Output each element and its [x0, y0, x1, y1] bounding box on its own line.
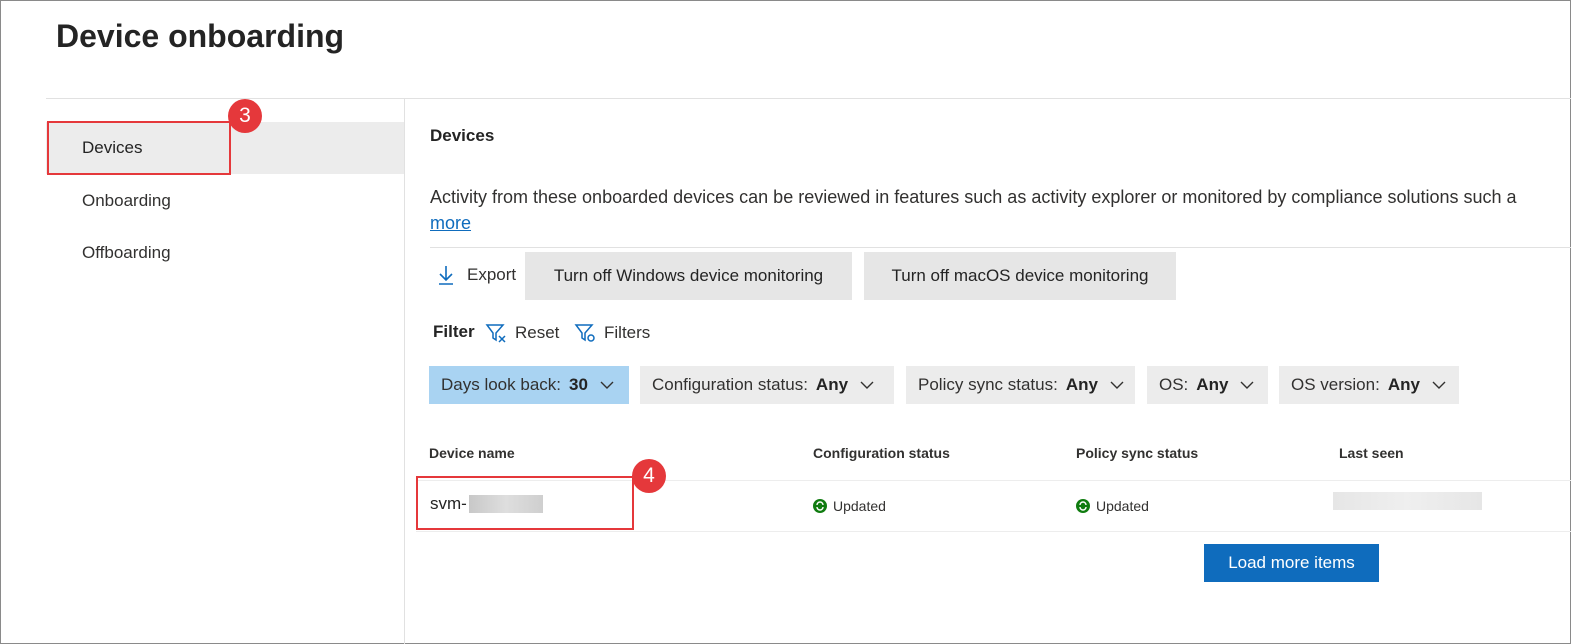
- policy-sync-status-text: Updated: [1096, 498, 1149, 514]
- filter-pill-value: Any: [1196, 375, 1229, 394]
- callout-badge-4: 4: [632, 459, 666, 493]
- export-label: Export: [467, 265, 517, 284]
- callout-box-devices: [47, 121, 231, 175]
- download-icon: [439, 266, 453, 285]
- redacted-last-seen: [1333, 492, 1482, 510]
- filters-label: Filters: [604, 323, 651, 342]
- reset-label: Reset: [515, 323, 560, 342]
- filter-reset-icon: [485, 324, 506, 343]
- filter-configuration-status[interactable]: Configuration status: Any: [640, 366, 894, 404]
- chevron-down-icon: [860, 381, 874, 389]
- load-more-items-button[interactable]: Load more items: [1204, 544, 1379, 582]
- filter-pill-value: Any: [1065, 375, 1098, 394]
- configuration-status-text: Updated: [833, 498, 886, 514]
- filter-os[interactable]: OS: Any: [1147, 366, 1268, 404]
- filter-label: Filter: [433, 322, 475, 341]
- toolbar-divider: [430, 247, 1571, 248]
- filter-settings-icon: [574, 324, 595, 342]
- filters-button[interactable]: Filters: [574, 322, 650, 344]
- chevron-down-icon: [600, 381, 614, 389]
- policy-sync-status-cell: Updated: [1076, 498, 1149, 514]
- sidebar-item-label: Offboarding: [82, 243, 171, 262]
- sync-success-icon: [813, 499, 827, 513]
- export-button[interactable]: Export: [437, 262, 516, 288]
- filter-pill-value: Any: [815, 375, 849, 394]
- filter-pill-label: OS version:: [1291, 375, 1380, 394]
- filter-pill-label: OS:: [1159, 375, 1189, 394]
- filter-pill-label: Days look back:: [441, 375, 561, 394]
- column-header-policy-sync-status[interactable]: Policy sync status: [1076, 445, 1198, 461]
- filter-pill-label: Configuration status:: [652, 375, 808, 394]
- chevron-down-icon: [1110, 381, 1124, 389]
- sidebar-item-offboarding[interactable]: Offboarding: [46, 227, 404, 279]
- callout-box-device-row: [416, 476, 634, 530]
- filter-pill-value: Any: [1387, 375, 1420, 394]
- column-header-device-name[interactable]: Device name: [429, 445, 515, 461]
- filter-days-look-back[interactable]: Days look back: 30: [429, 366, 629, 404]
- filter-pill-label: Policy sync status:: [918, 375, 1058, 394]
- callout-badge-3: 3: [228, 99, 262, 133]
- section-title: Devices: [430, 126, 495, 145]
- turn-off-windows-monitoring-button[interactable]: Turn off Windows device monitoring: [525, 252, 852, 300]
- sidebar-divider: [404, 98, 405, 644]
- sidebar-item-onboarding[interactable]: Onboarding: [46, 175, 404, 227]
- configuration-status-cell: Updated: [813, 498, 886, 514]
- header-divider: [46, 98, 1571, 99]
- filter-policy-sync-status[interactable]: Policy sync status: Any: [906, 366, 1135, 404]
- learn-more-link[interactable]: more: [430, 213, 471, 234]
- table-row-divider: [416, 531, 1571, 532]
- filter-pill-value: 30: [569, 375, 588, 394]
- turn-off-macos-monitoring-button[interactable]: Turn off macOS device monitoring: [864, 252, 1176, 300]
- filter-os-version[interactable]: OS version: Any: [1279, 366, 1459, 404]
- sidebar-item-label: Onboarding: [82, 191, 171, 210]
- column-header-last-seen[interactable]: Last seen: [1339, 445, 1404, 461]
- description-text: Activity from these onboarded devices ca…: [430, 187, 1517, 207]
- sync-success-icon: [1076, 499, 1090, 513]
- chevron-down-icon: [1240, 381, 1254, 389]
- page-title: Device onboarding: [56, 18, 345, 54]
- column-header-configuration-status[interactable]: Configuration status: [813, 445, 950, 461]
- reset-filters-button[interactable]: Reset: [485, 322, 559, 344]
- chevron-down-icon: [1432, 381, 1446, 389]
